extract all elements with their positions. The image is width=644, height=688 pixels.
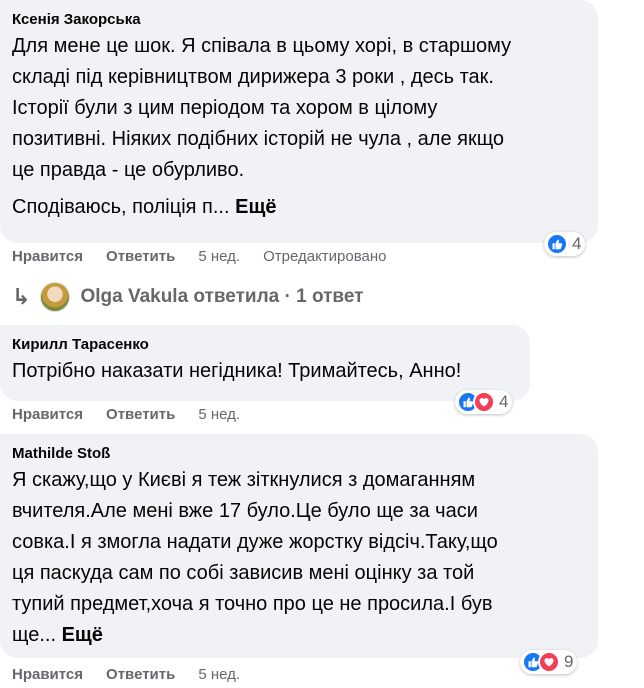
comment-line: ще... Ещё <box>12 620 586 651</box>
like-icon <box>546 233 568 255</box>
comment-actions: Нравится Ответить 5 нед. Отредактировано <box>12 248 387 265</box>
comment-line: Я скажу,що у Києві я теж зіткнулися з до… <box>12 469 476 491</box>
reaction-summary[interactable]: 9 <box>520 650 578 674</box>
reaction-summary[interactable]: 4 <box>544 232 586 256</box>
love-icon <box>538 651 560 673</box>
comment-author[interactable]: Ксенія Закорська <box>12 10 586 29</box>
reply-button[interactable]: Ответить <box>106 406 175 423</box>
truncated-text: Сподіваюсь, поліція п... <box>12 196 230 218</box>
comment-text: Потрібно наказати негідника! Тримайтесь,… <box>12 356 518 387</box>
like-button[interactable]: Нравится <box>12 406 83 423</box>
comment-line: Потрібно наказати негідника! Тримайтесь,… <box>12 360 462 382</box>
comment-line: складі під керівництвом дирижера 3 роки … <box>12 66 494 88</box>
comment-line: Історії були з цим періодом та хором в ц… <box>12 97 438 119</box>
comment-bubble: Кирилл Тарасенко Потрібно наказати негід… <box>0 325 530 401</box>
see-more-link[interactable]: Ещё <box>62 624 103 646</box>
comment-bubble: Ксенія Закорська Для мене це шок. Я спів… <box>0 0 598 243</box>
reply-button[interactable]: Ответить <box>106 666 175 683</box>
comment-text: Для мене це шок. Я співала в цьому хорі,… <box>12 31 586 223</box>
avatar[interactable] <box>40 282 71 312</box>
replies-label[interactable]: Olga Vakula ответила · 1 ответ <box>80 286 363 308</box>
timestamp[interactable]: 5 нед. <box>198 666 240 683</box>
reply-arrow-icon: ↳ <box>12 284 31 309</box>
comment-line: Для мене це шок. Я співала в цьому хорі,… <box>12 35 512 57</box>
reaction-count: 9 <box>564 652 574 671</box>
love-icon <box>473 391 495 413</box>
see-more-link[interactable]: Ещё <box>235 196 276 218</box>
view-replies[interactable]: ↳ Olga Vakula ответила · 1 ответ <box>12 282 363 312</box>
comment-line: Сподіваюсь, поліція п... Ещё <box>12 192 586 223</box>
comment-author[interactable]: Mathilde Stoß <box>12 444 586 463</box>
truncated-text: ще... <box>12 624 57 646</box>
comment-text: Я скажу,що у Києві я теж зіткнулися з до… <box>12 465 586 651</box>
comment-actions: Нравится Ответить 5 нед. <box>12 666 240 683</box>
comment-line: ця паскуда сам по собі зависив мені оцін… <box>12 562 475 584</box>
comment-actions: Нравится Ответить 5 нед. <box>12 406 240 423</box>
like-button[interactable]: Нравится <box>12 248 83 265</box>
timestamp[interactable]: 5 нед. <box>198 248 240 265</box>
comment-line: це правда - це обурливо. <box>12 159 245 181</box>
comment-author[interactable]: Кирилл Тарасенко <box>12 335 518 354</box>
like-button[interactable]: Нравится <box>12 666 83 683</box>
comment-line: совка.І я змогла надати дуже жорстку від… <box>12 531 498 553</box>
comment-bubble: Mathilde Stoß Я скажу,що у Києві я теж з… <box>0 434 598 658</box>
reaction-count: 4 <box>572 234 582 253</box>
reaction-count: 4 <box>499 392 509 411</box>
edited-label: Отредактировано <box>263 248 387 265</box>
reaction-summary[interactable]: 4 <box>455 390 513 414</box>
comment-line: тупий предмет,хоча я точно про це не про… <box>12 593 493 615</box>
comment-line: позитивні. Ніяких подібних історій не чу… <box>12 128 505 150</box>
reply-button[interactable]: Ответить <box>106 248 175 265</box>
timestamp[interactable]: 5 нед. <box>198 406 240 423</box>
comment-line: вчителя.Але мені вже 17 було.Це було ще … <box>12 500 478 522</box>
